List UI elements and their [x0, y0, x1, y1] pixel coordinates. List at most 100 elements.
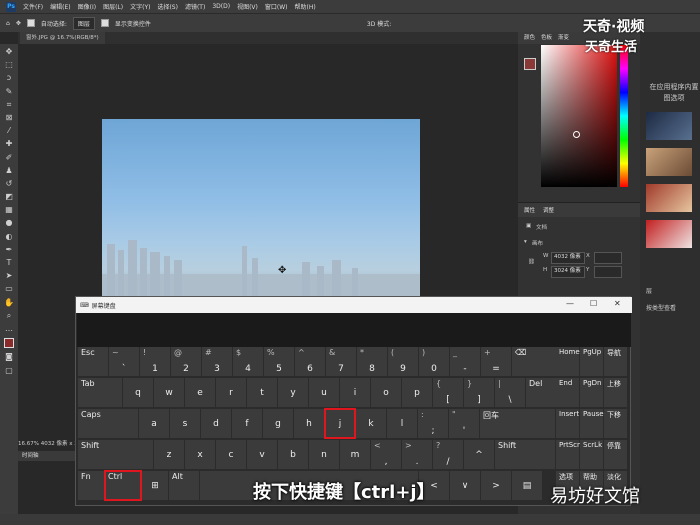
key-3-button[interactable]: #3	[202, 347, 232, 376]
key--button[interactable]: 回车	[480, 409, 555, 438]
key-i-button[interactable]: i	[340, 378, 370, 407]
nav-key-button[interactable]: Insert	[556, 409, 579, 438]
minimize-icon[interactable]: —	[566, 299, 574, 308]
move-tool-icon[interactable]: ✥	[16, 20, 21, 27]
key-j-button[interactable]: j	[324, 408, 356, 439]
menu-file[interactable]: 文件(F)	[23, 2, 43, 11]
menu-filter[interactable]: 滤镜(T)	[185, 2, 205, 11]
key-Ctrl-button[interactable]: Ctrl	[104, 470, 142, 501]
nav-key-button[interactable]: PgDn	[580, 378, 603, 407]
key-q-button[interactable]: q	[123, 378, 153, 407]
nav-key-button[interactable]: 停靠	[604, 440, 627, 469]
link-icon[interactable]: ⛓	[528, 259, 535, 265]
close-icon[interactable]: ✕	[614, 299, 621, 308]
key--button[interactable]: :;	[418, 409, 448, 438]
key--button[interactable]: _ -	[450, 347, 480, 376]
more-tools-icon[interactable]: …	[4, 324, 14, 333]
key-Tab-button[interactable]: Tab	[78, 378, 122, 407]
nav-key-button[interactable]: Home	[556, 347, 580, 376]
key-r-button[interactable]: r	[216, 378, 246, 407]
brush-tool-icon[interactable]: ✐	[4, 153, 14, 162]
key--button[interactable]: ^	[464, 440, 494, 469]
key--button[interactable]: ~ `	[109, 347, 139, 376]
width-field[interactable]: 4032 像素	[551, 252, 585, 264]
key-6-button[interactable]: ^ 6	[295, 347, 325, 376]
picker-handle-icon[interactable]	[573, 131, 580, 138]
key-m-button[interactable]: m	[340, 440, 370, 469]
document-tab[interactable]: 窗外.JPG @ 16.7%(RGB/8*)	[20, 32, 105, 44]
key--button[interactable]: ? /	[433, 440, 463, 469]
move-tool-icon[interactable]: ✥	[4, 48, 14, 56]
key--button[interactable]: }]	[464, 378, 494, 407]
menu-help[interactable]: 帮助(H)	[295, 2, 316, 11]
menu-select[interactable]: 选择(S)	[157, 2, 178, 11]
tab-adjustments[interactable]: 调整	[543, 206, 554, 214]
library-thumbnail[interactable]	[646, 184, 692, 212]
show-transform-checkbox[interactable]	[100, 19, 109, 27]
document-photo[interactable]	[102, 119, 420, 296]
layers-tab[interactable]: 层	[646, 286, 652, 295]
nav-key-button[interactable]: PrtScn	[556, 440, 581, 469]
key-y-button[interactable]: y	[278, 378, 308, 407]
key--button[interactable]: >.	[402, 440, 432, 469]
key-2-button[interactable]: @2	[171, 347, 201, 376]
menu-type[interactable]: 文字(Y)	[130, 2, 150, 11]
key-7-button[interactable]: & 7	[326, 347, 356, 376]
menu-view[interactable]: 视图(V)	[237, 2, 258, 11]
nav-key-button[interactable]: ScrLk	[580, 440, 603, 469]
healing-tool-icon[interactable]: ✚	[4, 140, 14, 148]
eraser-tool-icon[interactable]: ◩	[4, 193, 14, 201]
key-n-button[interactable]: n	[309, 440, 339, 469]
key-u-button[interactable]: u	[309, 378, 339, 407]
timeline-tab[interactable]: 时间轴	[18, 451, 78, 461]
key--button[interactable]: <,	[371, 440, 401, 469]
layer-filter-label[interactable]: 按类型查看	[646, 303, 676, 312]
dodge-tool-icon[interactable]: ◐	[4, 232, 14, 241]
library-thumbnail[interactable]	[646, 112, 692, 140]
key-Esc-button[interactable]: Esc	[78, 347, 108, 376]
key--button[interactable]: | \	[495, 378, 525, 407]
nav-key-button[interactable]: End	[556, 378, 579, 407]
key-x-button[interactable]: x	[185, 440, 215, 469]
key-l-button[interactable]: l	[387, 409, 417, 438]
key-Shift-button[interactable]: Shift	[495, 440, 555, 469]
key-w-button[interactable]: w	[154, 378, 184, 407]
key-f-button[interactable]: f	[232, 409, 262, 438]
key-c-button[interactable]: c	[216, 440, 246, 469]
key--button[interactable]: >	[481, 471, 511, 500]
tab-properties[interactable]: 属性	[524, 206, 535, 214]
key-e-button[interactable]: e	[185, 378, 215, 407]
history-brush-icon[interactable]: ↺	[4, 179, 14, 188]
lasso-tool-icon[interactable]: ↄ	[4, 74, 14, 82]
quick-mask-icon[interactable]: ◙	[4, 353, 14, 361]
key-d-button[interactable]: d	[201, 409, 231, 438]
blur-tool-icon[interactable]: ●	[4, 219, 14, 227]
menu-edit[interactable]: 编辑(E)	[50, 2, 70, 11]
menu-layer[interactable]: 图层(L)	[103, 2, 123, 11]
zoom-readout[interactable]: 16.67%	[18, 441, 39, 447]
foreground-color-chip[interactable]	[524, 58, 536, 70]
menu-3d[interactable]: 3D(D)	[212, 3, 230, 10]
key--button[interactable]: {[	[433, 378, 463, 407]
key-s-button[interactable]: s	[170, 409, 200, 438]
hue-slider[interactable]	[620, 45, 628, 187]
home-icon[interactable]: ⌂	[6, 20, 10, 27]
y-field[interactable]	[594, 266, 622, 278]
key-z-button[interactable]: z	[154, 440, 184, 469]
shape-tool-icon[interactable]: ▭	[4, 285, 14, 293]
eyedropper-tool-icon[interactable]: ⁄	[4, 127, 14, 135]
key-Alt-button[interactable]: Alt	[169, 471, 199, 500]
key-Del-button[interactable]: Del	[526, 378, 556, 407]
type-tool-icon[interactable]: T	[4, 259, 14, 267]
height-field[interactable]: 3024 像素	[551, 266, 585, 278]
screen-mode-icon[interactable]: ▢	[4, 366, 14, 375]
zoom-tool-icon[interactable]: ⌕	[4, 311, 14, 320]
frame-tool-icon[interactable]: ⊠	[4, 113, 14, 122]
stamp-tool-icon[interactable]: ♟	[4, 166, 14, 175]
tab-gradients[interactable]: 渐变	[558, 32, 569, 44]
key-h-button[interactable]: h	[294, 409, 324, 438]
key-1-button[interactable]: ! 1	[140, 347, 170, 376]
key-b-button[interactable]: b	[278, 440, 308, 469]
key--button[interactable]: ∨	[450, 471, 480, 500]
pen-tool-icon[interactable]: ✒	[4, 245, 14, 254]
